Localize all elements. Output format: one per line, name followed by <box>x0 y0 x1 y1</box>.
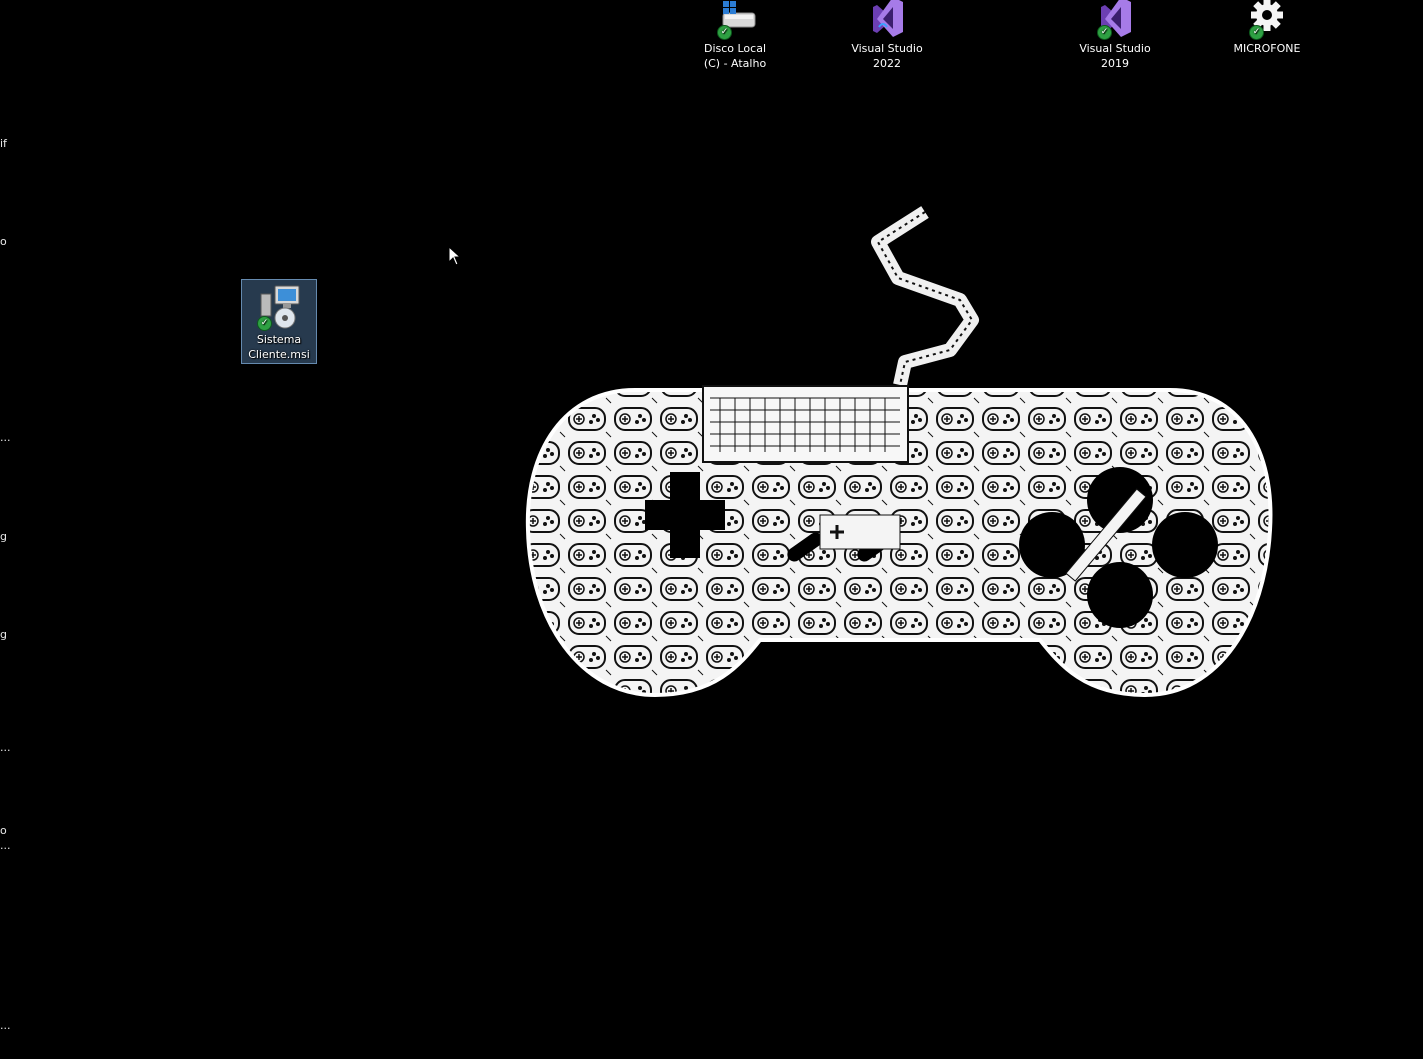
clipped-icon-label[interactable]: ... <box>0 432 11 444</box>
visual-studio-2019-icon: ✓ <box>1091 0 1139 40</box>
desktop-icon-visual-studio-2019[interactable]: ✓ Visual Studio 2019 <box>1077 0 1153 75</box>
icon-label-line1: Visual Studio <box>1079 42 1151 55</box>
clipped-icon-label[interactable]: g <box>0 531 7 543</box>
desktop-icon-disco-local[interactable]: ✓ Disco Local (C) - Atalho <box>697 0 773 75</box>
sync-check-icon: ✓ <box>717 25 732 40</box>
icon-label-line2: (C) - Atalho <box>703 57 767 70</box>
clipped-icon-label[interactable]: ... <box>0 840 11 852</box>
icon-label-line1: Visual Studio <box>851 42 923 55</box>
desktop-icon-sistema-cliente-msi[interactable]: ✓ Sistema Cliente.msi <box>241 279 317 364</box>
mouse-cursor-icon <box>448 246 462 266</box>
clipped-icon-label[interactable]: o <box>0 236 7 248</box>
clipped-icon-label[interactable]: ... <box>0 1020 11 1032</box>
sync-check-icon: ✓ <box>257 316 272 331</box>
sync-check-icon: ✓ <box>1097 25 1112 40</box>
icon-label-line1: MICROFONE <box>1233 42 1301 55</box>
sync-check-icon: ✓ <box>1249 25 1264 40</box>
icon-label-line2: 2019 <box>1101 57 1129 70</box>
icon-label-line1: Disco Local <box>703 42 767 55</box>
desktop-icon-microfone[interactable]: ✓ MICROFONE <box>1229 0 1305 60</box>
desktop-icon-visual-studio-2022[interactable]: Visual Studio 2022 <box>849 0 925 75</box>
clipped-icon-label[interactable]: o <box>0 825 7 837</box>
icon-label-line2: 2022 <box>873 57 901 70</box>
gear-icon: ✓ <box>1243 0 1291 40</box>
gamepad-collage-wallpaper <box>525 206 1273 698</box>
clipped-icon-label[interactable]: ... <box>0 742 11 754</box>
clipped-icon-label[interactable]: g <box>0 629 7 641</box>
desktop[interactable]: if o ... g g ... o ... ... ✓ Disco Local… <box>0 0 1423 1059</box>
drive-shortcut-icon: ✓ <box>711 0 759 40</box>
icon-label-line2: Cliente.msi <box>248 348 310 361</box>
visual-studio-2022-icon <box>863 0 911 39</box>
clipped-icon-label[interactable]: if <box>0 138 7 150</box>
msi-installer-icon: ✓ <box>255 282 303 331</box>
icon-label-line1: Sistema <box>256 333 302 346</box>
